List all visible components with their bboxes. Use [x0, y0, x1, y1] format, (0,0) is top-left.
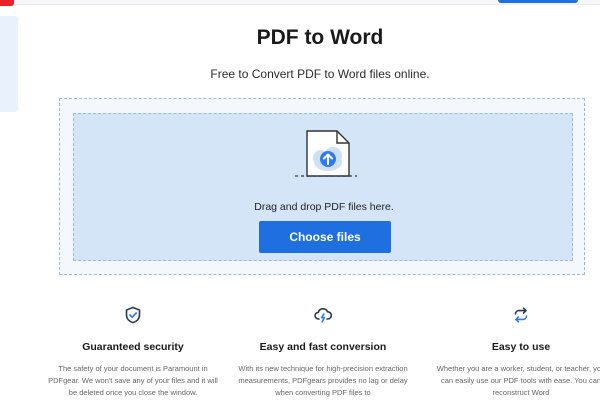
feature-easy-to-use: Easy to use Whether you are a worker, st… [436, 306, 600, 399]
file-upload-icon [295, 130, 357, 177]
feature-title: Easy and fast conversion [259, 341, 387, 353]
feature-fast-conversion: Easy and fast conversion With its new te… [238, 306, 408, 399]
drop-instructions: Drag and drop PDF files here. [254, 201, 394, 213]
page-subtitle: Free to Convert PDF to Word files online… [210, 67, 430, 81]
feature-description: The safety of your document is Paramount… [48, 364, 218, 397]
refresh-arrows-icon [514, 307, 528, 323]
choose-files-button[interactable]: Choose files [259, 221, 391, 253]
page: PDF to Word Free to Convert PDF to Word … [0, 0, 600, 400]
brand-logo[interactable] [0, 0, 14, 6]
feature-title: Easy to use [491, 341, 551, 353]
cloud-lightning-icon [314, 308, 332, 323]
feature-description: With its new technique for high-precisio… [238, 364, 408, 397]
header-action-button[interactable] [498, 0, 578, 3]
page-title: PDF to Word [256, 26, 384, 49]
feature-description: Whether you are a worker, student, or te… [436, 364, 600, 397]
feature-security: Guaranteed security The safety of your d… [48, 306, 218, 399]
shield-check-icon [125, 306, 141, 324]
upload-zone[interactable]: Drag and drop PDF files here. Choose fil… [59, 98, 585, 275]
feature-title: Guaranteed security [82, 341, 184, 353]
drop-area[interactable]: Drag and drop PDF files here. Choose fil… [73, 113, 573, 261]
